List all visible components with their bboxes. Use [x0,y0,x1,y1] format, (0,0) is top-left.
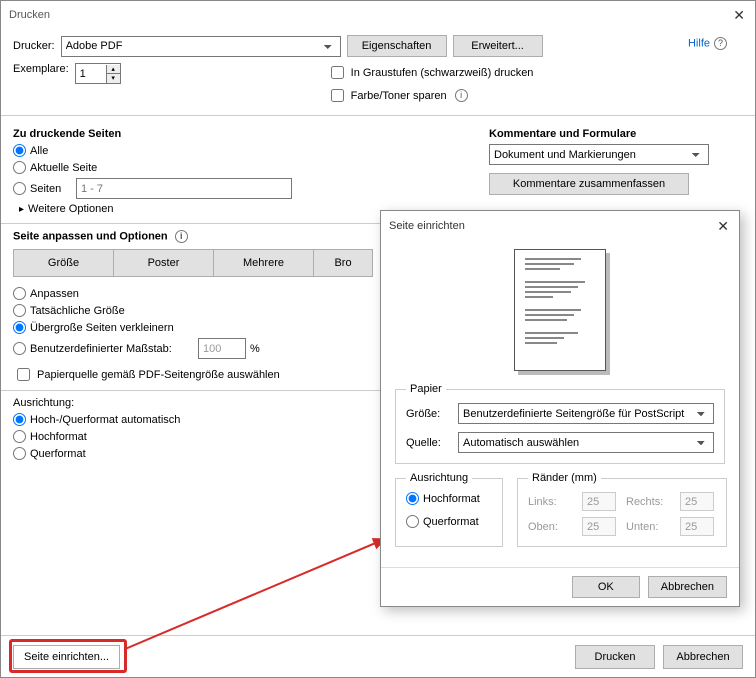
portrait-label: Hochformat [30,431,87,443]
top-label: Oben: [528,521,574,533]
custom-label: Benutzerdefinierter Maßstab: [30,343,194,355]
page-setup-dialog: Seite einrichten ✕ Papier Größe: Benutze… [380,210,740,607]
custom-scale-input[interactable] [198,338,246,359]
landscape-radio[interactable] [13,447,26,460]
page-preview [514,249,606,371]
main-title: Drucken [9,9,50,21]
dlg-portrait-label: Hochformat [423,493,480,505]
actual-radio[interactable] [13,304,26,317]
properties-button[interactable]: Eigenschaften [347,35,447,57]
summarize-button[interactable]: Kommentare zusammenfassen [489,173,689,195]
cancel-button[interactable]: Abbrechen [663,645,743,669]
booklet-button[interactable]: Bro [313,249,373,277]
orient-legend: Ausrichtung [406,472,472,484]
printer-label: Drucker: [13,40,55,52]
paper-size-select[interactable]: Benutzerdefinierte Seitengröße für PostS… [458,403,714,424]
savetoner-label: Farbe/Toner sparen [351,90,447,102]
paper-source-select[interactable]: Automatisch auswählen [458,432,714,453]
info-icon[interactable]: i [175,230,188,243]
main-title-bar: Drucken ✕ [1,1,755,29]
multiple-button[interactable]: Mehrere [213,249,313,277]
spin-down-icon[interactable]: ▾ [106,74,120,83]
copies-spinner[interactable]: ▴▾ [75,63,121,84]
help-link[interactable]: Hilfe? [688,37,727,50]
info-icon[interactable]: i [455,89,468,102]
range-radio[interactable] [13,182,26,195]
custom-radio[interactable] [13,342,26,355]
grayscale-label: In Graustufen (schwarzweiß) drucken [351,67,534,79]
comments-heading: Kommentare und Formulare [489,128,743,140]
right-label: Rechts: [626,496,672,508]
current-radio[interactable] [13,161,26,174]
page-setup-button[interactable]: Seite einrichten... [13,645,120,669]
left-label: Links: [528,496,574,508]
actual-label: Tatsächliche Größe [30,305,125,317]
fit-radio[interactable] [13,287,26,300]
paper-size-label: Größe: [406,408,450,420]
range-label: Seiten [30,183,72,195]
paper-legend: Papier [406,383,446,395]
dlg-landscape-label: Querformat [423,516,479,528]
all-radio[interactable] [13,144,26,157]
dlg-portrait-radio[interactable] [406,492,419,505]
print-button[interactable]: Drucken [575,645,655,669]
shrink-label: Übergroße Seiten verkleinern [30,322,174,334]
dlg-landscape-radio[interactable] [406,515,419,528]
auto-orient-label: Hoch-/Querformat automatisch [30,414,180,426]
margins-fieldset: Ränder (mm) Links: Rechts: Oben: Unten: [517,472,727,547]
top-input [582,517,616,536]
copies-input[interactable] [76,65,106,83]
source-label: Papierquelle gemäß PDF-Seitengröße auswä… [37,369,280,381]
orient-fieldset: Ausrichtung Hochformat Querformat [395,472,503,547]
comments-select[interactable]: Dokument und Markierungen [489,144,709,165]
spin-up-icon[interactable]: ▴ [106,65,120,74]
dlg-cancel-button[interactable]: Abbrechen [648,576,727,598]
printer-select[interactable]: Adobe PDF [61,36,341,57]
range-input[interactable] [76,178,292,199]
pages-heading: Zu druckende Seiten [13,128,473,140]
shrink-radio[interactable] [13,321,26,334]
right-input [680,492,714,511]
bottom-label: Unten: [626,521,672,533]
grayscale-checkbox[interactable] [331,66,344,79]
landscape-label: Querformat [30,448,86,460]
size-button[interactable]: Größe [13,249,113,277]
dialog-close-icon[interactable]: ✕ [691,218,731,235]
source-checkbox[interactable] [17,368,30,381]
current-label: Aktuelle Seite [30,162,97,174]
portrait-radio[interactable] [13,430,26,443]
paper-source-label: Quelle: [406,437,450,449]
copies-label: Exemplare: [13,63,69,75]
close-icon[interactable]: ✕ [707,7,747,24]
bottom-input [680,517,714,536]
dialog-title: Seite einrichten [389,220,465,232]
percent-label: % [250,343,260,355]
ok-button[interactable]: OK [572,576,640,598]
help-icon: ? [714,37,727,50]
left-input [582,492,616,511]
fit-label: Anpassen [30,288,79,300]
paper-fieldset: Papier Größe: Benutzerdefinierte Seiteng… [395,383,725,464]
all-label: Alle [30,145,48,157]
advanced-button[interactable]: Erweitert... [453,35,543,57]
margins-legend: Ränder (mm) [528,472,601,484]
auto-orient-radio[interactable] [13,413,26,426]
savetoner-checkbox[interactable] [331,89,344,102]
poster-button[interactable]: Poster [113,249,213,277]
